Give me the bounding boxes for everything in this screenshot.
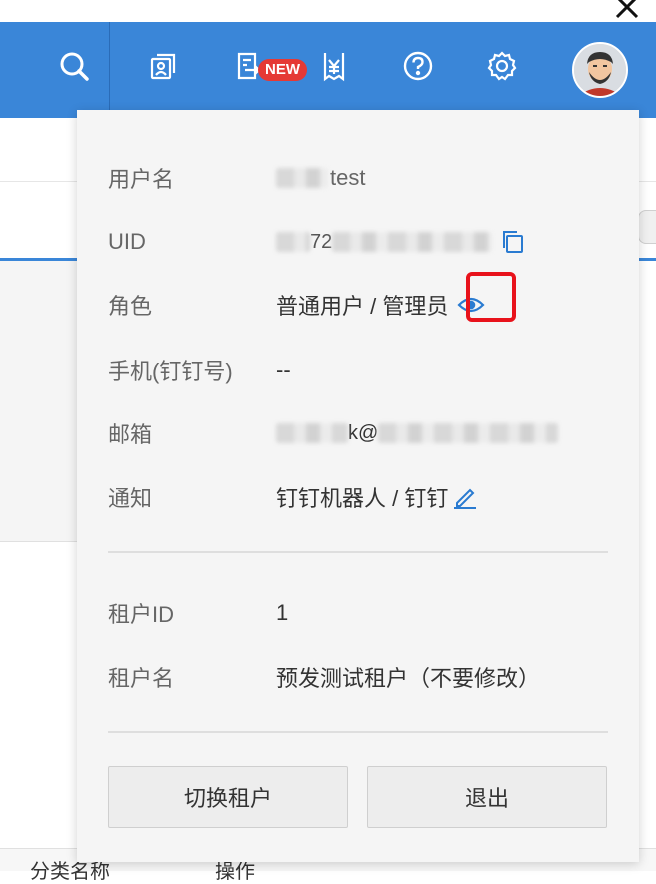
logout-button[interactable]: 退出	[367, 766, 607, 828]
tenant-id-label: 租户ID	[108, 602, 175, 627]
uid-value: 72	[310, 230, 333, 253]
background-panel	[0, 261, 80, 542]
redacted-block	[332, 232, 493, 252]
gear-icon[interactable]	[482, 46, 522, 86]
copy-icon[interactable]	[498, 227, 528, 257]
navbar-divider	[109, 22, 110, 118]
redacted-block	[276, 168, 328, 188]
email-value: k@	[348, 421, 379, 444]
redacted-block	[276, 232, 310, 252]
notification-value: 钉钉机器人 / 钉钉	[276, 486, 449, 511]
close-icon[interactable]	[612, 0, 642, 22]
edit-icon[interactable]	[450, 482, 480, 512]
tenant-name-label: 租户名	[108, 666, 175, 691]
section-divider	[108, 731, 608, 733]
uid-label: UID	[108, 229, 146, 254]
notification-label: 通知	[108, 486, 153, 511]
username-value: test	[330, 165, 366, 190]
search-icon[interactable]	[54, 46, 94, 86]
phone-value: --	[276, 357, 291, 382]
new-badge: NEW	[258, 59, 307, 81]
redacted-block	[378, 423, 559, 443]
username-label: 用户名	[108, 167, 175, 192]
top-navbar: NEW	[0, 22, 656, 118]
background-tab-indicator-right	[636, 258, 656, 261]
help-icon[interactable]	[398, 46, 438, 86]
role-label: 角色	[108, 294, 153, 319]
redacted-block	[276, 423, 348, 443]
switch-tenant-button[interactable]: 切换租户	[108, 766, 348, 828]
section-divider	[108, 551, 608, 553]
role-value: 普通用户 / 管理员	[276, 294, 449, 319]
avatar[interactable]	[572, 42, 628, 98]
highlight-box	[466, 272, 516, 322]
yen-receipt-icon[interactable]	[314, 46, 354, 86]
id-card-icon[interactable]	[144, 46, 184, 86]
background-control	[638, 210, 656, 244]
user-profile-popover: 用户名 test UID 72 角色 普通用户 / 管理员 手机(钉钉号) --	[77, 110, 639, 862]
phone-label: 手机(钉钉号)	[108, 359, 233, 384]
tenant-name-value: 预发测试租户（不要修改）	[276, 666, 541, 691]
tenant-id-value: 1	[276, 600, 289, 625]
email-label: 邮箱	[108, 422, 153, 447]
